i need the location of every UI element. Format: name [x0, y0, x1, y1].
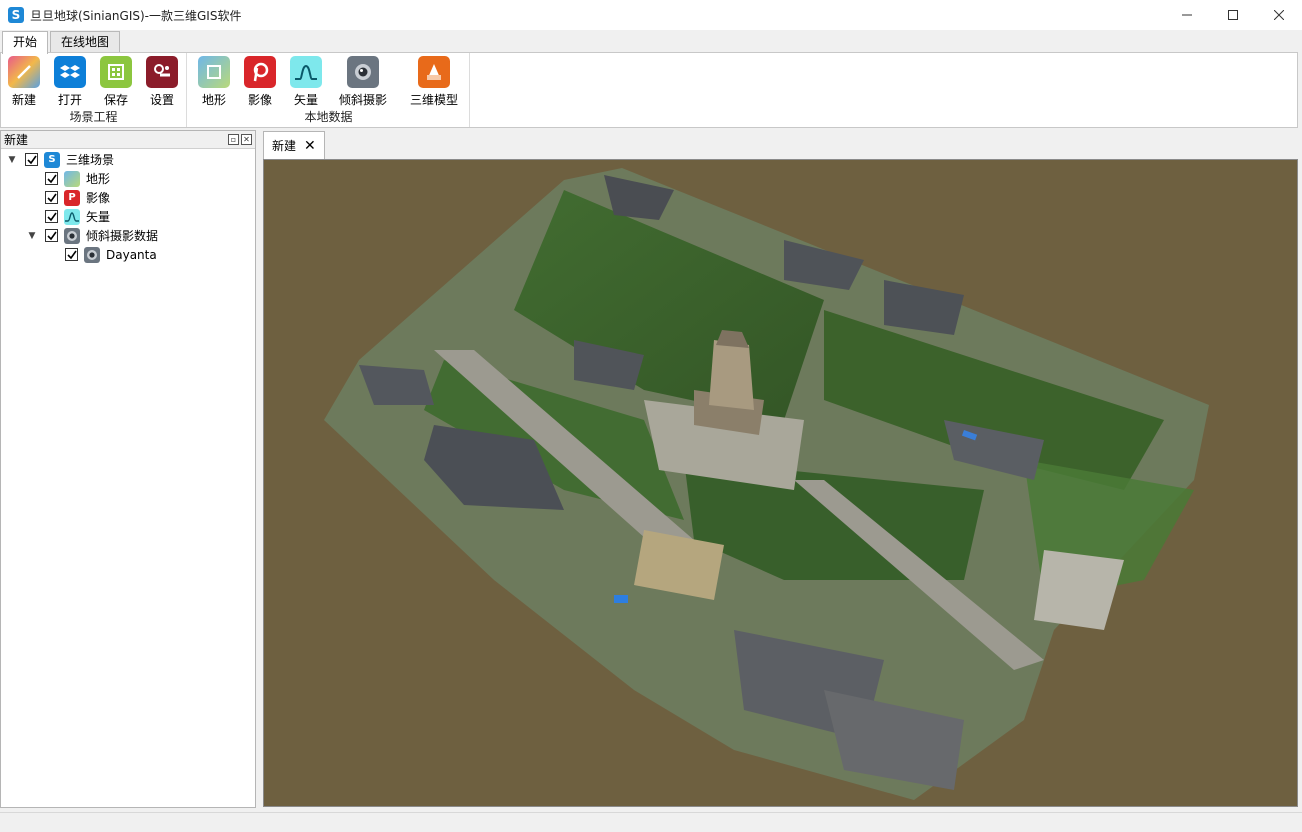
document-tab-bar: 新建 ✕ — [263, 131, 325, 159]
scene-icon: S — [44, 151, 60, 168]
terrain-button[interactable]: 地形 — [197, 56, 231, 108]
tree-item-vector[interactable]: 矢量 — [45, 207, 110, 226]
save-button-label: 保存 — [103, 93, 128, 107]
ribbon-group-label: 场景工程 — [69, 110, 118, 124]
settings-button-label: 设置 — [149, 93, 174, 107]
ribbon-group-label: 本地数据 — [304, 110, 353, 124]
open-button[interactable]: 打开 — [53, 56, 87, 108]
maximize-button[interactable] — [1210, 0, 1256, 30]
oblique-photo-button-label: 倾斜摄影 — [338, 93, 387, 107]
panel-title: 新建 — [4, 133, 29, 147]
imagery-icon — [244, 56, 276, 88]
vector-button-label: 矢量 — [293, 93, 318, 107]
tree-item-label: 倾斜摄影数据 — [86, 229, 159, 243]
panel-header: 新建 ▫ ✕ — [1, 131, 255, 149]
terrain-button-label: 地形 — [201, 93, 226, 107]
pagoda — [709, 340, 754, 410]
vector-icon — [290, 56, 322, 88]
open-button-label: 打开 — [57, 93, 82, 107]
3d-model-button[interactable]: 三维模型 — [404, 56, 464, 108]
tree-item-label: 地形 — [86, 172, 111, 186]
ribbon-group-local-data: 地形 影像 矢量 倾斜摄影 三维模型 本地数据 — [188, 53, 470, 127]
tab-new-scene[interactable]: 新建 ✕ — [263, 131, 325, 159]
terrain-icon — [64, 170, 80, 187]
3d-model-icon — [418, 56, 450, 88]
save-button[interactable]: 保存 — [99, 56, 133, 108]
collapse-arrow-icon[interactable]: ▼ — [5, 155, 19, 165]
checkbox[interactable] — [65, 248, 78, 261]
oblique-photo-model — [324, 168, 1209, 800]
3d-model-button-label: 三维模型 — [409, 93, 458, 107]
ribbon-tab-bar: 开始 在线地图 — [0, 31, 1302, 54]
new-button[interactable]: 新建 — [7, 56, 41, 108]
3d-viewport[interactable] — [263, 159, 1298, 807]
open-dropbox-icon — [54, 56, 86, 88]
window-controls — [1164, 0, 1302, 30]
app-logo-icon: S — [8, 7, 24, 23]
checkbox[interactable] — [25, 153, 38, 166]
ribbon: 新建 打开 保存 设置 场景工程 地形 影像 矢量 倾斜摄影 三维模型 本地数据 — [0, 52, 1298, 128]
vector-button[interactable]: 矢量 — [289, 56, 323, 108]
close-panel-button[interactable]: ✕ — [241, 134, 252, 145]
tab-label: 新建 — [272, 139, 297, 153]
collapse-arrow-icon[interactable]: ▼ — [25, 231, 39, 241]
close-tab-icon[interactable]: ✕ — [304, 138, 316, 154]
tree-item-imagery[interactable]: P 影像 — [45, 188, 110, 207]
maximize-icon — [1228, 10, 1238, 20]
status-bar — [0, 812, 1302, 832]
terrain-icon — [198, 56, 230, 88]
tree-item-scene[interactable]: ▼ S 三维场景 — [5, 150, 114, 169]
plaza — [1034, 550, 1124, 630]
tree-item-label: Dayanta — [106, 247, 157, 262]
minimize-icon — [1182, 14, 1192, 16]
checkbox[interactable] — [45, 229, 58, 242]
tree-item-terrain[interactable]: 地形 — [45, 169, 110, 188]
tab-online-map[interactable]: 在线地图 — [50, 31, 121, 53]
imagery-button-label: 影像 — [247, 93, 272, 107]
tree-item-dayanta[interactable]: Dayanta — [65, 245, 157, 264]
tree-item-label: 矢量 — [86, 210, 111, 224]
oblique-photo-icon — [347, 56, 379, 88]
tab-start[interactable]: 开始 — [2, 31, 49, 54]
window-title: 旦旦地球(SinianGIS)-一款三维GIS软件 — [30, 8, 242, 23]
ribbon-group-scene-project: 新建 打开 保存 设置 场景工程 — [1, 53, 187, 127]
settings-button[interactable]: 设置 — [145, 56, 179, 108]
scene-tree-panel: 新建 ▫ ✕ ▼ S 三维场景 地形 P 影像 矢量 ▼ 倾斜摄影数据 Daya… — [0, 130, 256, 808]
checkbox[interactable] — [45, 191, 58, 204]
oblique-photo-button[interactable]: 倾斜摄影 — [335, 56, 391, 108]
checkbox[interactable] — [45, 210, 58, 223]
checkbox[interactable] — [45, 172, 58, 185]
title-bar: S 旦旦地球(SinianGIS)-一款三维GIS软件 — [0, 0, 1302, 30]
new-scene-icon — [8, 56, 40, 88]
tree-item-label: 三维场景 — [66, 153, 115, 167]
blue-roof — [614, 595, 628, 603]
oblique-photo-icon — [84, 246, 100, 263]
float-panel-button[interactable]: ▫ — [228, 134, 239, 145]
save-icon — [100, 56, 132, 88]
minimize-button[interactable] — [1164, 0, 1210, 30]
tree-item-label: 影像 — [86, 191, 111, 205]
imagery-button[interactable]: 影像 — [243, 56, 277, 108]
new-button-label: 新建 — [11, 93, 36, 107]
vector-icon — [64, 208, 80, 225]
oblique-photo-icon — [64, 227, 80, 244]
tree-item-oblique-photo[interactable]: ▼ 倾斜摄影数据 — [25, 226, 158, 245]
imagery-icon: P — [64, 189, 80, 206]
close-button[interactable] — [1256, 0, 1302, 30]
close-icon — [1274, 10, 1284, 20]
settings-icon — [146, 56, 178, 88]
